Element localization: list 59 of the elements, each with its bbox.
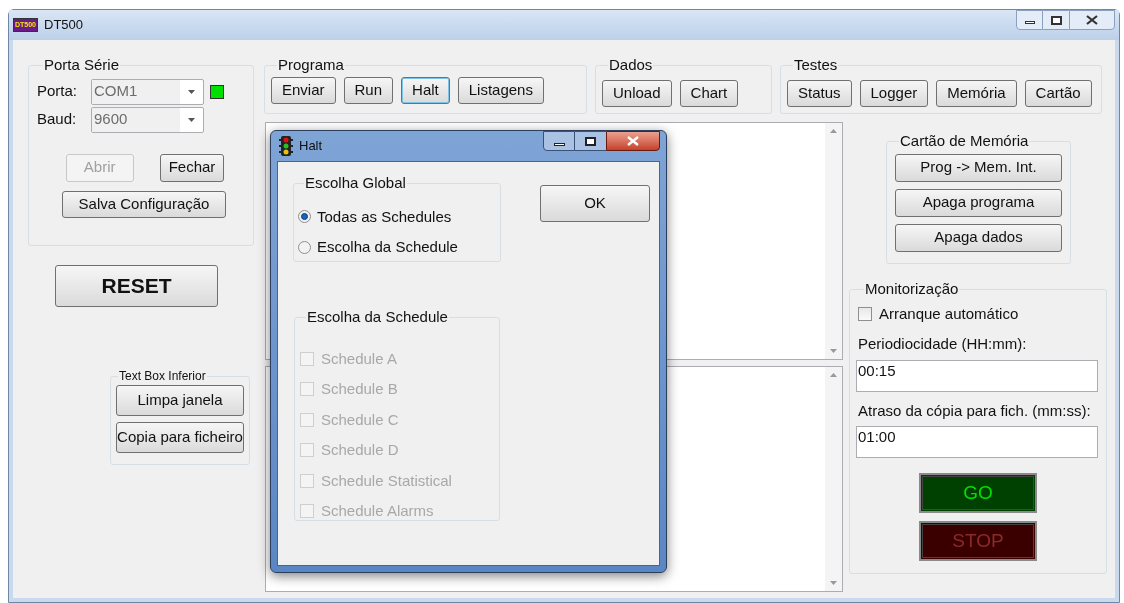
scroll-down-icon[interactable]: [830, 581, 837, 585]
group-title: Escolha Global: [304, 173, 407, 193]
dropdown[interactable]: 9600: [91, 106, 204, 133]
field-label: Baud:: [37, 109, 78, 130]
maximize-button[interactable]: [1043, 10, 1069, 30]
group-title: Text Box Inferior: [118, 368, 207, 385]
auto-start-checkbox[interactable]: Arranque automático: [858, 302, 1098, 325]
memory-button[interactable]: Apaga programa: [895, 188, 1062, 217]
toolbar-button[interactable]: Run: [343, 76, 394, 104]
close-icon: [627, 136, 639, 146]
scroll-up-icon[interactable]: [830, 373, 837, 377]
toolbar-button[interactable]: Enviar: [271, 76, 336, 104]
toolbar-button[interactable]: Listagens: [457, 76, 544, 104]
maximize-button[interactable]: [575, 131, 606, 151]
caret-icon: [188, 89, 195, 94]
dropdown[interactable]: COM1: [91, 78, 204, 105]
memory-button[interactable]: Prog -> Mem. Int.: [895, 153, 1062, 182]
ok-button[interactable]: OK: [540, 185, 650, 222]
scroll-up-icon[interactable]: [830, 129, 837, 133]
close-icon: [1086, 15, 1098, 25]
toolbar-button[interactable]: Halt: [401, 76, 450, 104]
caret-icon: [188, 117, 195, 122]
toolbar-button[interactable]: Logger: [859, 79, 929, 107]
scroll-down-icon[interactable]: [830, 349, 837, 353]
traffic-light-icon: [279, 136, 293, 156]
close-port-button[interactable]: Fechar: [159, 153, 225, 182]
group-title: Monitorização: [864, 279, 960, 299]
toolbar-button[interactable]: Chart: [679, 79, 739, 107]
toolbar-button[interactable]: Memória: [936, 79, 1017, 107]
window-button[interactable]: Limpa janela: [116, 385, 244, 416]
radio-option[interactable]: Escolha da Schedule: [298, 236, 496, 259]
window-button[interactable]: Copia para ficheiro: [116, 422, 244, 453]
scrollbar[interactable]: [825, 367, 842, 591]
reset-button[interactable]: RESET: [55, 265, 218, 307]
time-field[interactable]: 00:15: [856, 359, 1098, 392]
group-title: Dados: [608, 55, 654, 75]
field-label: Porta:: [37, 81, 79, 102]
window-title: DT500: [44, 16, 84, 35]
dialog-title: Halt: [299, 137, 323, 156]
go-button[interactable]: GO: [919, 473, 1037, 513]
scrollbar[interactable]: [825, 123, 842, 359]
minimize-button[interactable]: [543, 131, 575, 151]
close-button[interactable]: [606, 131, 660, 151]
toolbar-button[interactable]: Cartão: [1024, 79, 1092, 107]
field-label: Periodiocidade (HH:mm):: [858, 334, 1028, 354]
field-label: Atraso da cópia para fich. (mm:ss):: [858, 400, 1092, 421]
close-button[interactable]: [1069, 10, 1115, 30]
minimize-button[interactable]: [1016, 10, 1043, 30]
group-title: Programa: [277, 55, 345, 75]
toolbar-button[interactable]: Status: [787, 79, 852, 107]
radio-option[interactable]: Todas as Schedules: [298, 205, 496, 228]
memory-button[interactable]: Apaga dados: [895, 223, 1062, 252]
group-title: Escolha da Schedule: [306, 307, 449, 327]
save-config-button[interactable]: Salva Configuração: [62, 190, 226, 218]
toolbar-button[interactable]: Unload: [602, 79, 672, 107]
time-field[interactable]: 01:00: [856, 426, 1098, 458]
group-title: Cartão de Memória: [899, 131, 1030, 151]
group-title: Testes: [793, 55, 839, 75]
group-title: Porta Série: [43, 55, 121, 75]
